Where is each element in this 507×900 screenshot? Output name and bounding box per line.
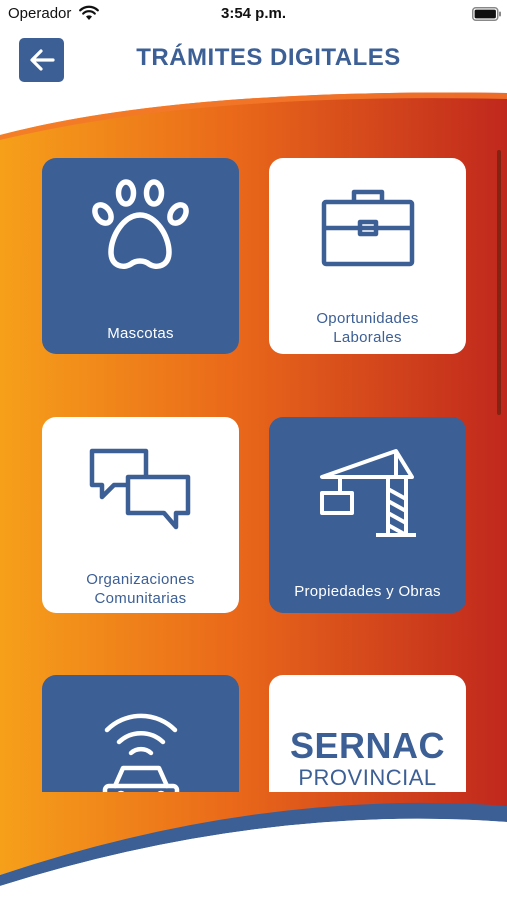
tile-mascotas[interactable]: Mascotas — [42, 158, 239, 354]
crane-icon — [319, 449, 416, 537]
clock: 3:54 p.m. — [220, 5, 287, 22]
tile-label: Organizaciones Comunitarias — [86, 571, 195, 607]
tile-propiedades-y-obras[interactable]: Propiedades y Obras — [269, 417, 466, 613]
briefcase-icon — [321, 189, 414, 267]
tile-oportunidades-laborales[interactable]: Oportunidades Laborales — [269, 158, 466, 354]
tile-sernac-provincial[interactable]: SERNAC PROVINCIAL — [269, 675, 466, 792]
scrollbar[interactable] — [497, 150, 501, 415]
sernac-logo-text: SERNAC — [289, 725, 445, 766]
tile-label: Mascotas — [107, 325, 174, 342]
status-bar: Operador 3:54 p.m. — [0, 0, 507, 28]
tile-vehiculos[interactable] — [42, 675, 239, 792]
battery-icon — [472, 7, 501, 21]
page-title: TRÁMITES DIGITALES — [136, 44, 401, 71]
services-grid[interactable]: Mascotas Oportunidades Laborales Organiz… — [0, 130, 507, 792]
tile-organizaciones-comunitarias[interactable]: Organizaciones Comunitarias — [42, 417, 239, 613]
tile-label: Oportunidades Laborales — [316, 310, 419, 346]
paw-icon — [91, 179, 189, 269]
chat-bubbles-icon — [89, 448, 190, 530]
car-signal-icon — [102, 713, 179, 792]
tramites-digitales-screen: Operador 3:54 p.m. TRÁMITES DIGITALES Ma… — [0, 0, 507, 900]
tile-label: Propiedades y Obras — [294, 583, 441, 600]
sernac-logo-subtext: PROVINCIAL — [298, 765, 437, 790]
